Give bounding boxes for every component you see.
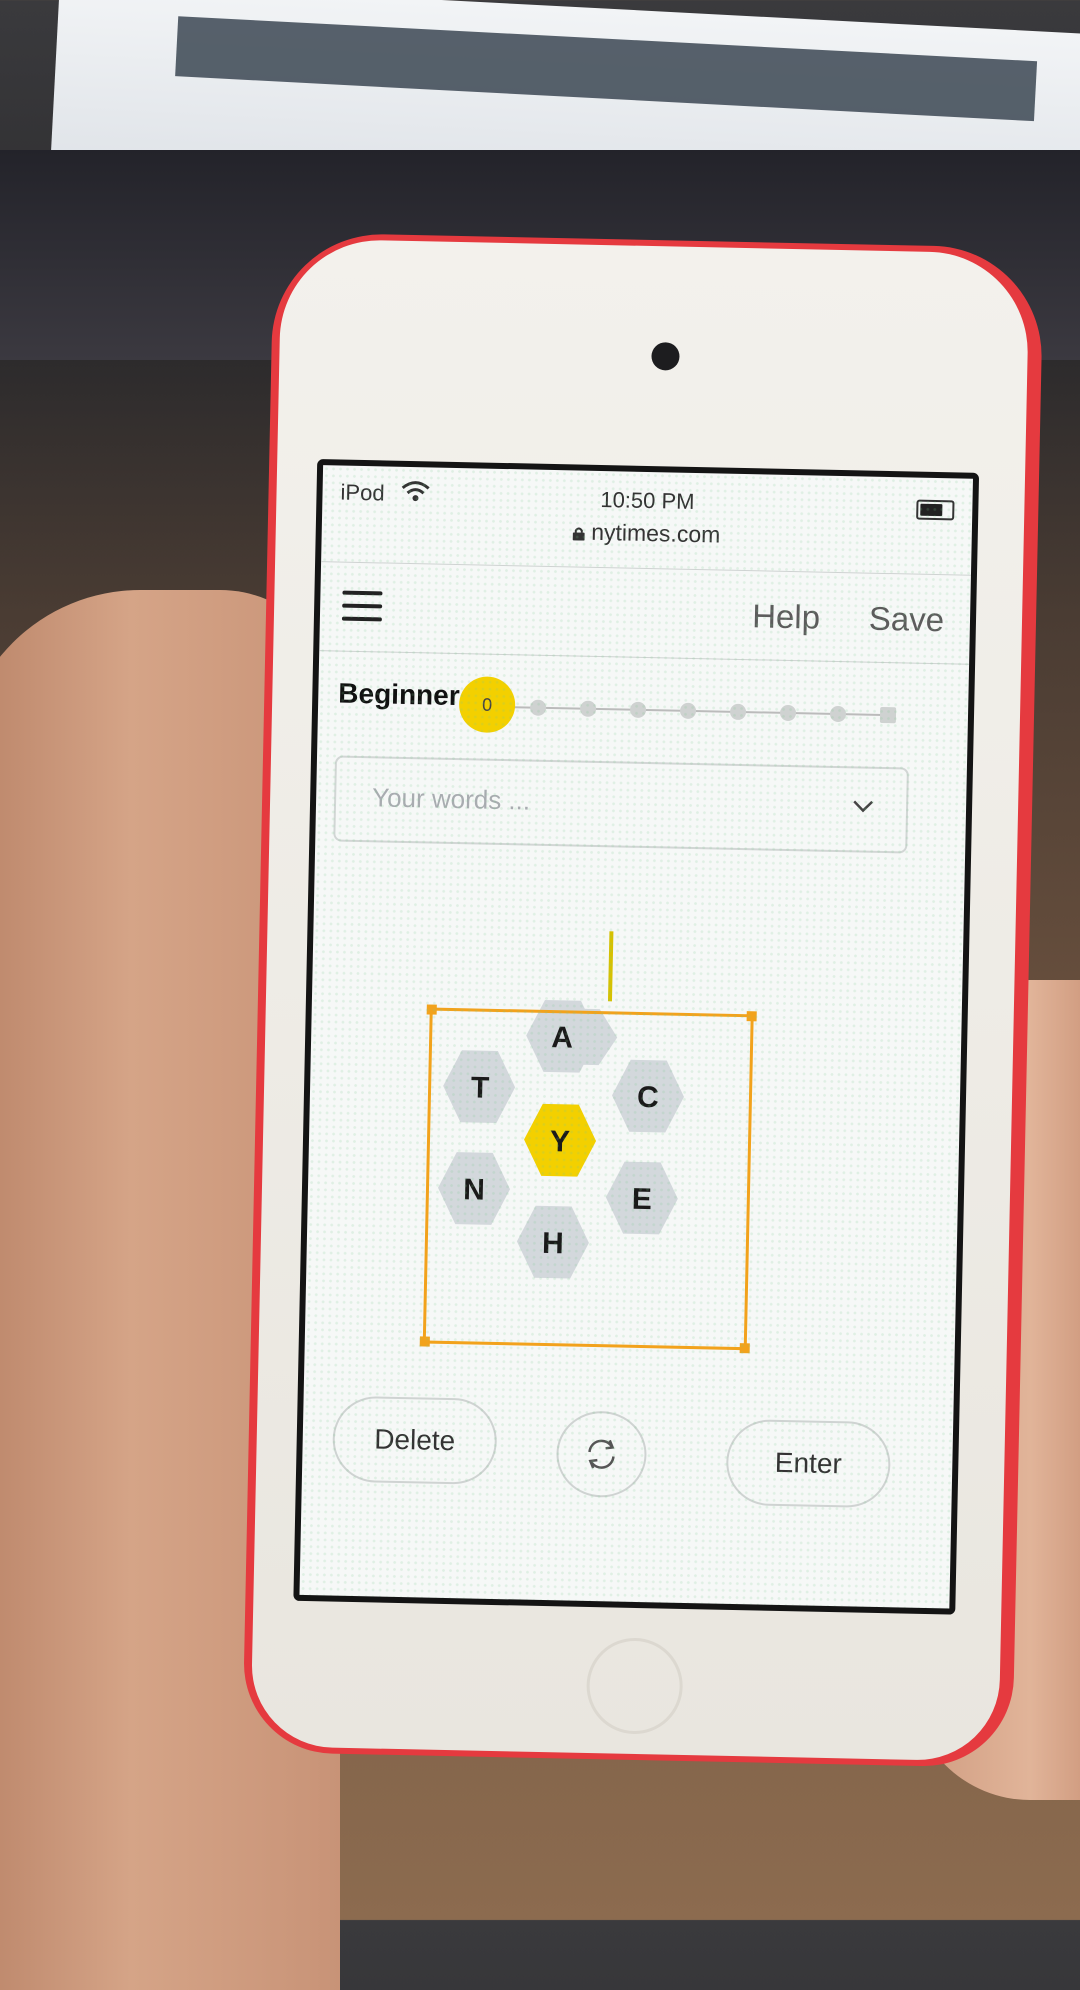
camera-icon bbox=[651, 342, 680, 371]
selection-handle[interactable] bbox=[739, 1343, 750, 1354]
selection-handle[interactable] bbox=[426, 1004, 437, 1015]
delete-button[interactable]: Delete bbox=[331, 1395, 498, 1486]
device-face: iPod 10:50 PM nytimes.com Help Save Begi… bbox=[250, 238, 1030, 1762]
home-button[interactable] bbox=[585, 1636, 684, 1735]
shuffle-icon bbox=[588, 1439, 615, 1469]
enter-button[interactable]: Enter bbox=[725, 1418, 892, 1509]
selection-handle[interactable] bbox=[419, 1336, 430, 1347]
selection-frame bbox=[419, 1004, 757, 1354]
screen: iPod 10:50 PM nytimes.com Help Save Begi… bbox=[293, 459, 980, 1615]
selection-handle[interactable] bbox=[746, 1011, 757, 1022]
ipod-device: iPod 10:50 PM nytimes.com Help Save Begi… bbox=[242, 232, 1044, 1768]
